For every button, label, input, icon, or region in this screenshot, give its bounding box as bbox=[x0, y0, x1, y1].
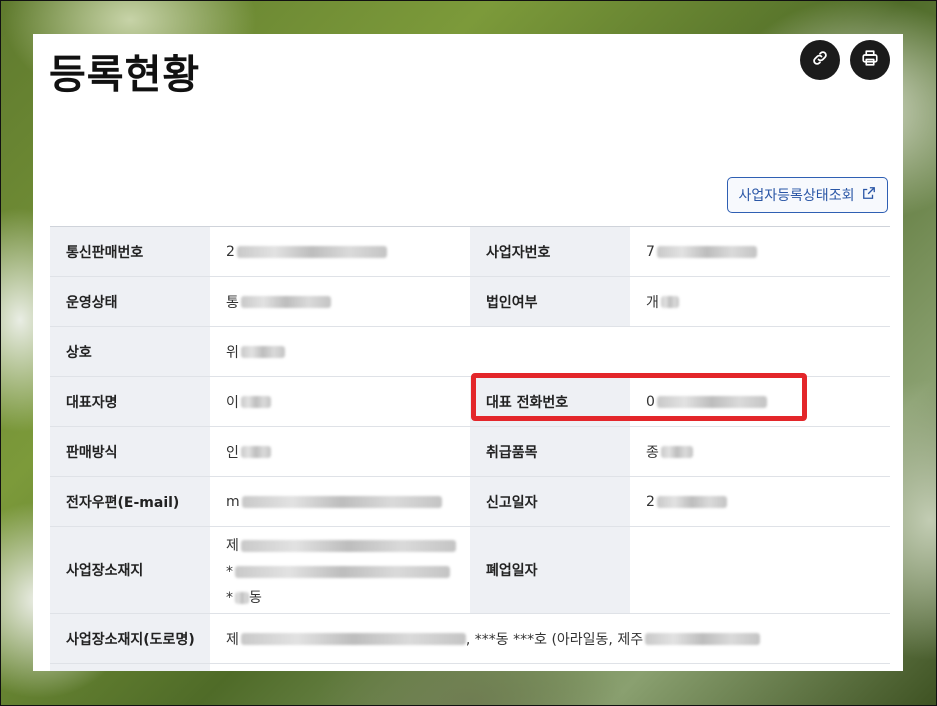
value-text: 7 bbox=[646, 243, 655, 260]
corp-label: 법인여부 bbox=[470, 277, 630, 326]
empty-value-cell bbox=[210, 664, 890, 671]
registration-table: 통신판매번호 2 사업자번호 7 운영상태 통 법인여부 개 상호 위 대표자명… bbox=[50, 226, 890, 671]
value-text: 제 bbox=[226, 538, 239, 554]
business-report-no-label: 통신판매번호 bbox=[50, 227, 210, 276]
status-value: 통 bbox=[210, 277, 470, 326]
table-row: 전자우편(E-mail) m 신고일자 2 bbox=[50, 477, 890, 527]
value-text: 위 bbox=[226, 344, 239, 361]
redacted-text bbox=[660, 295, 679, 308]
external-link-icon bbox=[862, 186, 876, 204]
print-icon bbox=[861, 49, 879, 71]
redacted-text bbox=[236, 245, 387, 258]
table-row: 판매방식 인 취급품목 종 bbox=[50, 427, 890, 477]
redacted-text bbox=[240, 345, 285, 358]
value-text: 종 bbox=[646, 444, 659, 461]
copy-link-button[interactable] bbox=[800, 40, 840, 80]
closed-date-value bbox=[630, 527, 890, 613]
address-label: 사업장소재지 bbox=[50, 527, 210, 613]
value-text: * bbox=[226, 564, 233, 580]
report-date-value: 2 bbox=[630, 477, 890, 526]
redacted-text bbox=[240, 632, 466, 645]
redacted-text bbox=[240, 540, 456, 552]
redacted-text bbox=[240, 295, 331, 308]
link-icon bbox=[811, 49, 829, 71]
value-text: 이 bbox=[226, 394, 239, 411]
value-text: 개 bbox=[646, 294, 659, 311]
redacted-text bbox=[240, 445, 271, 458]
sales-label: 판매방식 bbox=[50, 427, 210, 476]
phone-highlight-box bbox=[471, 373, 807, 421]
redacted-text bbox=[660, 445, 693, 458]
page-title: 등록현황 bbox=[49, 52, 201, 98]
corp-value: 개 bbox=[630, 277, 890, 326]
company-value: 위 bbox=[210, 327, 890, 376]
value-text: 2 bbox=[646, 493, 655, 510]
status-label: 운영상태 bbox=[50, 277, 210, 326]
redacted-text bbox=[235, 592, 249, 604]
address-lines: 제 * * 동 bbox=[226, 527, 470, 611]
business-no-label: 사업자번호 bbox=[470, 227, 630, 276]
value-text: 통 bbox=[226, 294, 239, 311]
value-text: 제 bbox=[226, 631, 239, 648]
address-line: * 동 bbox=[226, 585, 470, 611]
table-row bbox=[50, 664, 890, 671]
items-value: 종 bbox=[630, 427, 890, 476]
items-label: 취급품목 bbox=[470, 427, 630, 476]
email-label: 전자우편(E-mail) bbox=[50, 477, 210, 526]
lookup-button-label: 사업자등록상태조회 bbox=[738, 188, 855, 204]
redacted-text bbox=[656, 245, 757, 258]
value-text: 2 bbox=[226, 243, 235, 260]
road-address-label: 사업장소재지(도로명) bbox=[50, 614, 210, 663]
redacted-text bbox=[645, 632, 761, 645]
business-no-value: 7 bbox=[630, 227, 890, 276]
ceo-label: 대표자명 bbox=[50, 377, 210, 426]
closed-date-label: 폐업일자 bbox=[470, 527, 630, 613]
empty-header-cell bbox=[50, 664, 210, 671]
redacted-text bbox=[235, 566, 450, 578]
value-text: m bbox=[226, 493, 240, 510]
email-value: m bbox=[210, 477, 470, 526]
table-row: 운영상태 통 법인여부 개 bbox=[50, 277, 890, 327]
print-button[interactable] bbox=[850, 40, 890, 80]
value-text: * bbox=[226, 590, 233, 606]
address-line: * bbox=[226, 559, 470, 585]
redacted-text bbox=[240, 395, 271, 408]
company-label: 상호 bbox=[50, 327, 210, 376]
table-row: 상호 위 bbox=[50, 327, 890, 377]
address-line: 제 bbox=[226, 533, 470, 559]
value-text: 동 bbox=[249, 590, 262, 606]
ceo-value: 이 bbox=[210, 377, 470, 426]
table-row: 사업장소재지(도로명) 제 , ***동 ***호 (아라일동, 제주 bbox=[50, 614, 890, 664]
table-row: 통신판매번호 2 사업자번호 7 bbox=[50, 227, 890, 277]
business-status-lookup-button[interactable]: 사업자등록상태조회 bbox=[727, 177, 888, 213]
registration-card: 등록현황 사업자등록상태조회 통신판매번호 2 사업자번호 7 운영상태 통 법… bbox=[33, 34, 903, 671]
table-row: 사업장소재지 제 * * 동 폐업일자 bbox=[50, 527, 890, 614]
redacted-text bbox=[656, 495, 727, 508]
redacted-text bbox=[241, 495, 442, 508]
value-text: 인 bbox=[226, 444, 239, 461]
road-address-value: 제 , ***동 ***호 (아라일동, 제주 bbox=[210, 614, 890, 663]
sales-value: 인 bbox=[210, 427, 470, 476]
report-date-label: 신고일자 bbox=[470, 477, 630, 526]
value-text: , ***동 ***호 (아라일동, 제주 bbox=[465, 631, 644, 648]
business-report-no-value: 2 bbox=[210, 227, 470, 276]
address-value: 제 * * 동 bbox=[210, 527, 470, 613]
